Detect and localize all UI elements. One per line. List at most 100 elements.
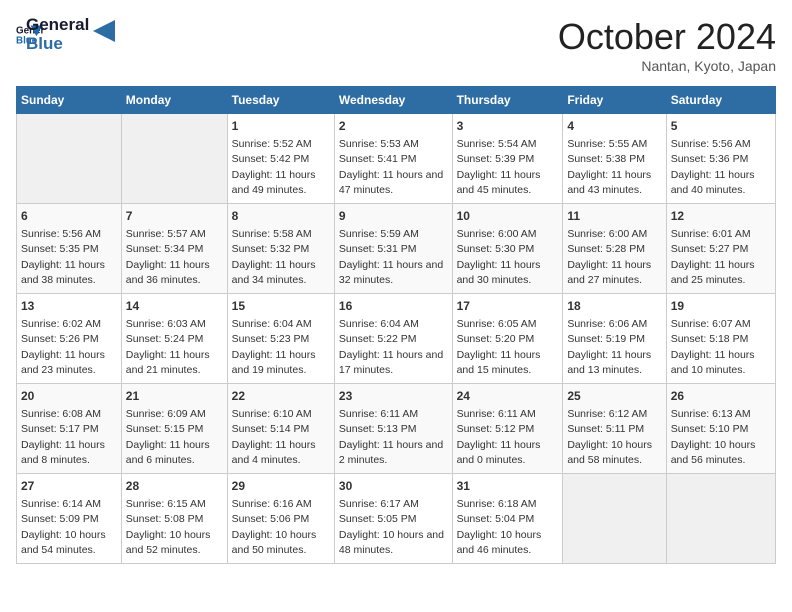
calendar-cell: 19Sunrise: 6:07 AMSunset: 5:18 PMDayligh… — [666, 294, 775, 384]
calendar-cell: 23 Sunrise: 6:11 AMSunset: 5:13 PMDayligh… — [334, 384, 452, 474]
calendar-cell: 4Sunrise: 5:55 AMSunset: 5:38 PMDaylight… — [563, 114, 666, 204]
day-number: 27 — [21, 478, 117, 495]
day-number: 22 — [232, 388, 330, 405]
header-saturday: Saturday — [666, 87, 775, 114]
calendar-cell: 8 Sunrise: 5:58 AMSunset: 5:32 PMDaylight… — [227, 204, 334, 294]
day-info: Sunrise: 5:56 AMSunset: 5:36 PMDaylight:… — [671, 138, 755, 196]
day-info: Sunrise: 5:56 AMSunset: 5:35 PMDaylight:… — [21, 228, 105, 286]
day-number: 14 — [126, 298, 223, 315]
day-info: Sunrise: 5:57 AMSunset: 5:34 PMDaylight:… — [126, 228, 210, 286]
day-info: Sunrise: 6:15 AMSunset: 5:08 PMDaylight:… — [126, 498, 211, 556]
header-wednesday: Wednesday — [334, 87, 452, 114]
calendar-cell: 27 Sunrise: 6:14 AMSunset: 5:09 PMDayligh… — [17, 474, 122, 564]
calendar-cell: 11Sunrise: 6:00 AMSunset: 5:28 PMDayligh… — [563, 204, 666, 294]
day-number: 9 — [339, 208, 448, 225]
calendar-cell: 25Sunrise: 6:12 AMSunset: 5:11 PMDayligh… — [563, 384, 666, 474]
day-info: Sunrise: 6:03 AMSunset: 5:24 PMDaylight:… — [126, 318, 210, 376]
day-number: 20 — [21, 388, 117, 405]
title-block: October 2024 Nantan, Kyoto, Japan — [558, 16, 776, 74]
calendar-cell: 24 Sunrise: 6:11 AMSunset: 5:12 PMDayligh… — [452, 384, 563, 474]
calendar-cell: 1 Sunrise: 5:52 AMSunset: 5:42 PMDaylight… — [227, 114, 334, 204]
day-info: Sunrise: 6:09 AMSunset: 5:15 PMDaylight:… — [126, 408, 210, 466]
day-info: Sunrise: 6:04 AMSunset: 5:23 PMDaylight:… — [232, 318, 316, 376]
calendar-week-5: 27 Sunrise: 6:14 AMSunset: 5:09 PMDayligh… — [17, 474, 776, 564]
day-number: 15 — [232, 298, 330, 315]
day-number: 23 — [339, 388, 448, 405]
day-number: 12 — [671, 208, 771, 225]
day-info: Sunrise: 5:54 AMSunset: 5:39 PMDaylight:… — [457, 138, 541, 196]
day-info: Sunrise: 6:05 AMSunset: 5:20 PMDaylight:… — [457, 318, 541, 376]
calendar-cell: 17Sunrise: 6:05 AMSunset: 5:20 PMDayligh… — [452, 294, 563, 384]
calendar-cell: 10 Sunrise: 6:00 AMSunset: 5:30 PMDayligh… — [452, 204, 563, 294]
day-info: Sunrise: 6:14 AMSunset: 5:09 PMDaylight:… — [21, 498, 106, 556]
calendar-cell: 2 Sunrise: 5:53 AMSunset: 5:41 PMDaylight… — [334, 114, 452, 204]
calendar-cell — [121, 114, 227, 204]
logo: General Blue General Blue — [16, 16, 115, 53]
day-info: Sunrise: 5:58 AMSunset: 5:32 PMDaylight:… — [232, 228, 316, 286]
day-info: Sunrise: 6:13 AMSunset: 5:10 PMDaylight:… — [671, 408, 756, 466]
calendar-cell: 7 Sunrise: 5:57 AMSunset: 5:34 PMDaylight… — [121, 204, 227, 294]
day-number: 13 — [21, 298, 117, 315]
day-info: Sunrise: 6:01 AMSunset: 5:27 PMDaylight:… — [671, 228, 755, 286]
logo-arrow-icon — [93, 20, 115, 42]
calendar-cell: 5 Sunrise: 5:56 AMSunset: 5:36 PMDaylight… — [666, 114, 775, 204]
calendar-cell: 20 Sunrise: 6:08 AMSunset: 5:17 PMDayligh… — [17, 384, 122, 474]
calendar-cell: 31 Sunrise: 6:18 AMSunset: 5:04 PMDayligh… — [452, 474, 563, 564]
day-info: Sunrise: 6:11 AMSunset: 5:12 PMDaylight:… — [457, 408, 541, 466]
day-info: Sunrise: 6:06 AMSunset: 5:19 PMDaylight:… — [567, 318, 651, 376]
month-title: October 2024 — [558, 16, 776, 58]
header-friday: Friday — [563, 87, 666, 114]
page-header: General Blue General Blue October 2024 N… — [16, 16, 776, 74]
day-number: 26 — [671, 388, 771, 405]
logo-line2: Blue — [26, 35, 89, 54]
day-number: 4 — [567, 118, 661, 135]
day-number: 2 — [339, 118, 448, 135]
day-number: 1 — [232, 118, 330, 135]
day-info: Sunrise: 5:53 AMSunset: 5:41 PMDaylight:… — [339, 138, 443, 196]
day-number: 29 — [232, 478, 330, 495]
day-info: Sunrise: 6:16 AMSunset: 5:06 PMDaylight:… — [232, 498, 317, 556]
calendar-header-row: SundayMondayTuesdayWednesdayThursdayFrid… — [17, 87, 776, 114]
day-info: Sunrise: 6:10 AMSunset: 5:14 PMDaylight:… — [232, 408, 316, 466]
calendar-cell — [17, 114, 122, 204]
day-info: Sunrise: 6:00 AMSunset: 5:28 PMDaylight:… — [567, 228, 651, 286]
day-number: 5 — [671, 118, 771, 135]
day-number: 8 — [232, 208, 330, 225]
calendar-cell: 14 Sunrise: 6:03 AMSunset: 5:24 PMDayligh… — [121, 294, 227, 384]
day-number: 30 — [339, 478, 448, 495]
day-number: 28 — [126, 478, 223, 495]
header-thursday: Thursday — [452, 87, 563, 114]
day-info: Sunrise: 6:11 AMSunset: 5:13 PMDaylight:… — [339, 408, 443, 466]
day-info: Sunrise: 6:17 AMSunset: 5:05 PMDaylight:… — [339, 498, 444, 556]
calendar-cell: 30 Sunrise: 6:17 AMSunset: 5:05 PMDayligh… — [334, 474, 452, 564]
day-number: 10 — [457, 208, 559, 225]
day-number: 18 — [567, 298, 661, 315]
calendar-cell: 28 Sunrise: 6:15 AMSunset: 5:08 PMDayligh… — [121, 474, 227, 564]
day-number: 7 — [126, 208, 223, 225]
day-info: Sunrise: 6:18 AMSunset: 5:04 PMDaylight:… — [457, 498, 542, 556]
calendar-table: SundayMondayTuesdayWednesdayThursdayFrid… — [16, 86, 776, 564]
logo-line1: General — [26, 16, 89, 35]
day-number: 31 — [457, 478, 559, 495]
calendar-week-1: 1 Sunrise: 5:52 AMSunset: 5:42 PMDaylight… — [17, 114, 776, 204]
calendar-cell: 6 Sunrise: 5:56 AMSunset: 5:35 PMDaylight… — [17, 204, 122, 294]
day-number: 19 — [671, 298, 771, 315]
day-info: Sunrise: 6:00 AMSunset: 5:30 PMDaylight:… — [457, 228, 541, 286]
day-info: Sunrise: 5:52 AMSunset: 5:42 PMDaylight:… — [232, 138, 316, 196]
calendar-cell: 9 Sunrise: 5:59 AMSunset: 5:31 PMDaylight… — [334, 204, 452, 294]
calendar-cell: 15 Sunrise: 6:04 AMSunset: 5:23 PMDayligh… — [227, 294, 334, 384]
header-sunday: Sunday — [17, 87, 122, 114]
calendar-cell: 16Sunrise: 6:04 AMSunset: 5:22 PMDayligh… — [334, 294, 452, 384]
day-info: Sunrise: 6:02 AMSunset: 5:26 PMDaylight:… — [21, 318, 105, 376]
calendar-cell: 29 Sunrise: 6:16 AMSunset: 5:06 PMDayligh… — [227, 474, 334, 564]
calendar-cell: 12 Sunrise: 6:01 AMSunset: 5:27 PMDayligh… — [666, 204, 775, 294]
day-number: 24 — [457, 388, 559, 405]
day-info: Sunrise: 5:59 AMSunset: 5:31 PMDaylight:… — [339, 228, 443, 286]
day-number: 3 — [457, 118, 559, 135]
calendar-week-2: 6 Sunrise: 5:56 AMSunset: 5:35 PMDaylight… — [17, 204, 776, 294]
day-number: 6 — [21, 208, 117, 225]
calendar-week-4: 20 Sunrise: 6:08 AMSunset: 5:17 PMDayligh… — [17, 384, 776, 474]
day-info: Sunrise: 6:08 AMSunset: 5:17 PMDaylight:… — [21, 408, 105, 466]
calendar-cell: 21Sunrise: 6:09 AMSunset: 5:15 PMDayligh… — [121, 384, 227, 474]
day-info: Sunrise: 6:04 AMSunset: 5:22 PMDaylight:… — [339, 318, 443, 376]
